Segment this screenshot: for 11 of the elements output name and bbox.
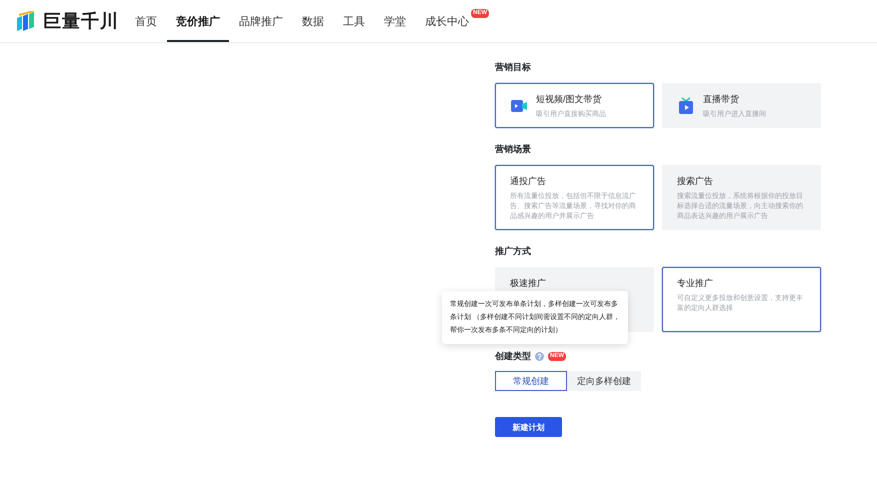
option-title: 极速推广: [510, 277, 546, 290]
option-title: 通投广告: [510, 175, 547, 188]
option-title: 直播带货: [703, 93, 740, 106]
section-title: 创建类型: [495, 350, 531, 363]
option-title: 搜索广告: [677, 175, 714, 188]
brand-name: 巨量千川: [43, 10, 119, 33]
section-title: 推广方式: [495, 245, 532, 258]
section-title: 营销目标: [495, 61, 532, 74]
section-title: 营销场景: [495, 143, 532, 156]
option-title: 短视频/图文带货: [536, 93, 603, 106]
option-title: 专业推广: [677, 277, 714, 290]
